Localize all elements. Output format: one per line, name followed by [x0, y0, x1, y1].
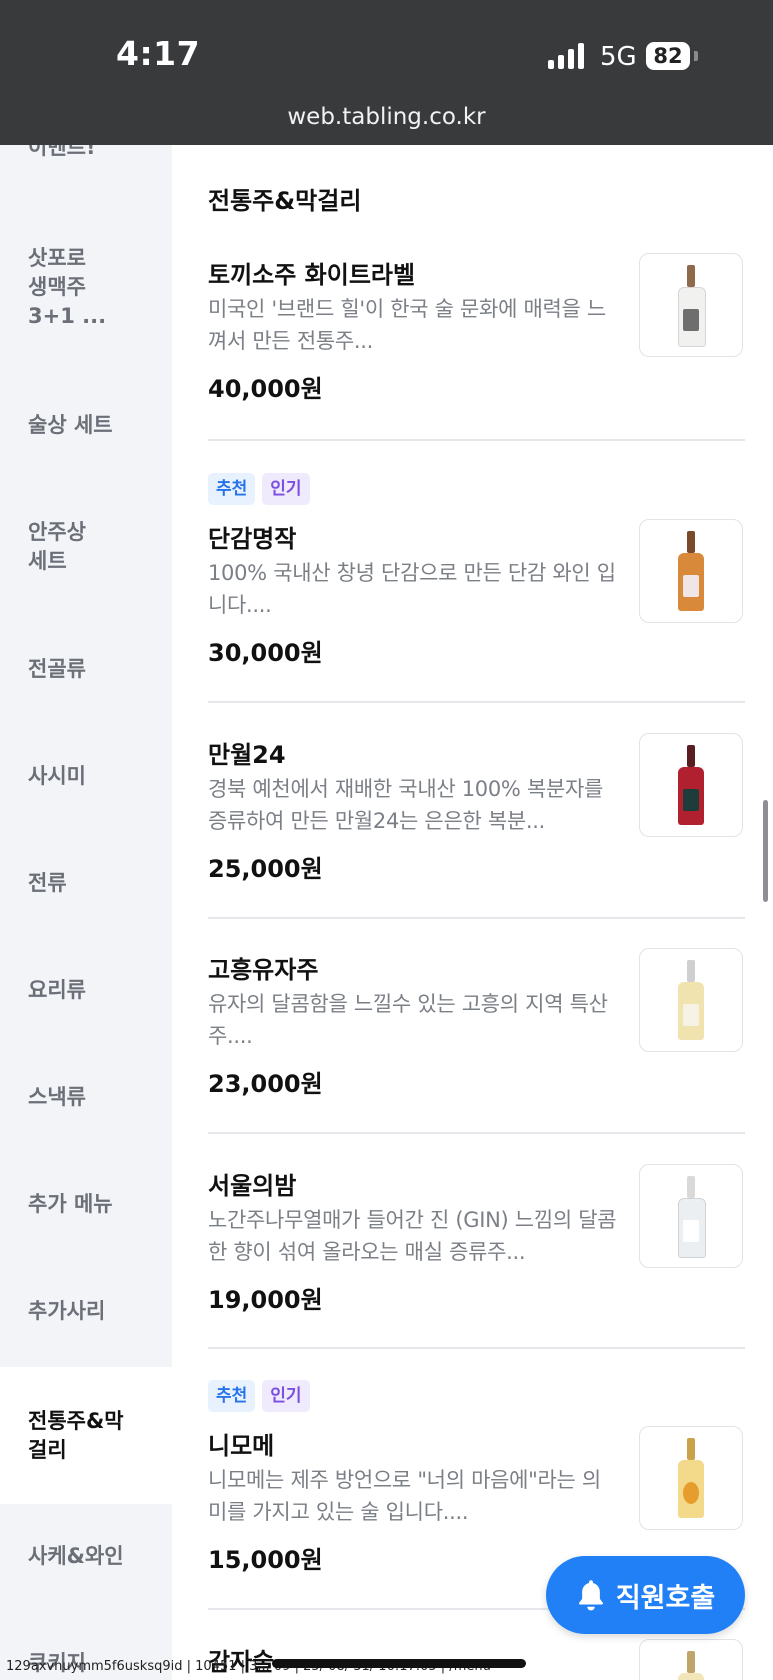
item-name: 토끼소주 화이트라벨 [208, 261, 416, 289]
network-label: 5G [600, 42, 637, 72]
item-image [639, 948, 743, 1052]
item-name: 만월24 [208, 741, 286, 769]
menu-item[interactable]: 토끼소주 화이트라벨 미국인 '브랜드 힐'이 한국 술 문화에 매력을 느껴서… [208, 253, 745, 430]
menu-list: 전통주&막걸리 토끼소주 화이트라벨 미국인 '브랜드 힐'이 한국 술 문화에… [172, 145, 773, 1680]
staff-call-button[interactable]: 직원호출 [546, 1556, 745, 1634]
divider [208, 439, 745, 441]
item-description: 유자의 달콤함을 느낄수 있는 고흥의 지역 특산주.... [208, 992, 608, 1048]
menu-item[interactable]: 서울의밤 노간주나무열매가 들어간 진 (GIN) 느낌의 달콤한 향이 섞여 … [208, 1164, 745, 1341]
tag-popular: 인기 [262, 473, 310, 505]
sidebar-item-sapporo[interactable]: 삿포로 생맥주 3+1 ... [0, 244, 172, 331]
status-time: 4:17 [116, 34, 201, 73]
sidebar-item-drink-set[interactable]: 술상 세트 [0, 411, 172, 440]
item-name: 단감명작 [208, 525, 297, 553]
home-indicator [272, 1659, 526, 1668]
bottle-image-icon [676, 265, 706, 347]
status-bar: 4:17 5G 82 web.tabling.co.kr [0, 0, 773, 145]
signal-icon [548, 43, 588, 69]
divider [208, 917, 745, 919]
category-sidebar: 이벤트! 삿포로 생맥주 3+1 ... 술상 세트 안주상 세트 전골류 사시… [0, 145, 172, 1680]
item-price: 25,000원 [208, 855, 323, 883]
sidebar-item-snack-set[interactable]: 안주상 세트 [0, 518, 172, 576]
divider [208, 1347, 745, 1349]
menu-item[interactable]: 추천 인기 니모메 니모메는 제주 방언으로 "너의 마음에"라는 의미를 가지… [208, 1380, 745, 1580]
item-name: 서울의밤 [208, 1172, 297, 1200]
sidebar-item-hotpot[interactable]: 전골류 [0, 655, 172, 684]
item-price: 15,000원 [208, 1546, 323, 1574]
item-price: 19,000원 [208, 1286, 323, 1314]
staff-call-label: 직원호출 [615, 1582, 716, 1614]
item-description: 노간주나무열매가 들어간 진 (GIN) 느낌의 달콤한 향이 섞여 올라오는 … [208, 1208, 617, 1264]
battery-tip [694, 51, 698, 61]
sidebar-item-snacks[interactable]: 스낵류 [0, 1083, 172, 1112]
section-title: 전통주&막걸리 [208, 187, 362, 215]
bell-icon [578, 1580, 603, 1611]
item-description: 100% 국내산 창녕 단감으로 만든 단감 와인 입니다.... [208, 561, 616, 617]
bottle-image-icon [676, 531, 706, 611]
divider [208, 1132, 745, 1134]
item-description: 경북 예천에서 재배한 국내산 100% 복분자를 증류하여 만든 만월24는 … [208, 777, 604, 833]
sidebar-item-event[interactable]: 이벤트! [0, 145, 172, 173]
url-label[interactable]: web.tabling.co.kr [0, 104, 773, 130]
sidebar-item-traditional-liquor[interactable]: 전통주&막 걸리 [0, 1367, 172, 1504]
sidebar-item-extra-menu[interactable]: 추가 메뉴 [0, 1190, 172, 1219]
item-tags: 추천 인기 [208, 1380, 310, 1412]
item-name: 니모메 [208, 1432, 275, 1460]
item-price: 23,000원 [208, 1070, 323, 1098]
bottle-image-icon [676, 745, 706, 825]
tag-recommended: 추천 [208, 1380, 256, 1412]
bottle-image-icon [676, 1438, 706, 1518]
item-image [639, 733, 743, 837]
item-image [639, 253, 743, 357]
battery-icon: 82 [646, 42, 690, 70]
menu-item[interactable]: 만월24 경북 예천에서 재배한 국내산 100% 복분자를 증류하여 만든 만… [208, 733, 745, 910]
bottle-image-icon [676, 1651, 706, 1680]
divider [208, 701, 745, 703]
item-image [639, 519, 743, 623]
item-price: 40,000원 [208, 375, 323, 403]
item-name: 고흥유자주 [208, 956, 319, 984]
bottle-image-icon [676, 960, 706, 1040]
menu-item[interactable]: 고흥유자주 유자의 달콤함을 느낄수 있는 고흥의 지역 특산주.... 23,… [208, 948, 745, 1125]
item-tags: 추천 인기 [208, 473, 310, 505]
item-image [639, 1164, 743, 1268]
sidebar-item-sashimi[interactable]: 사시미 [0, 762, 172, 791]
sidebar-item-sake-wine[interactable]: 사케&와인 [0, 1542, 172, 1571]
menu-item[interactable]: 추천 인기 단감명작 100% 국내산 창녕 단감으로 만든 단감 와인 입니다… [208, 473, 745, 673]
item-image [639, 1639, 743, 1680]
tag-recommended: 추천 [208, 473, 256, 505]
bottle-image-icon [676, 1176, 706, 1258]
sidebar-item-jeon[interactable]: 전류 [0, 869, 172, 898]
item-description: 미국인 '브랜드 힐'이 한국 술 문화에 매력을 느껴서 만든 전통주... [208, 297, 606, 353]
scrollbar[interactable] [763, 800, 768, 902]
item-description: 니모메는 제주 방언으로 "너의 마음에"라는 의미를 가지고 있는 술 입니다… [208, 1468, 601, 1524]
sidebar-item-extra-noodle[interactable]: 추가사리 [0, 1297, 172, 1326]
item-image [639, 1426, 743, 1530]
tag-popular: 인기 [262, 1380, 310, 1412]
sidebar-item-dishes[interactable]: 요리류 [0, 976, 172, 1005]
item-price: 30,000원 [208, 639, 323, 667]
